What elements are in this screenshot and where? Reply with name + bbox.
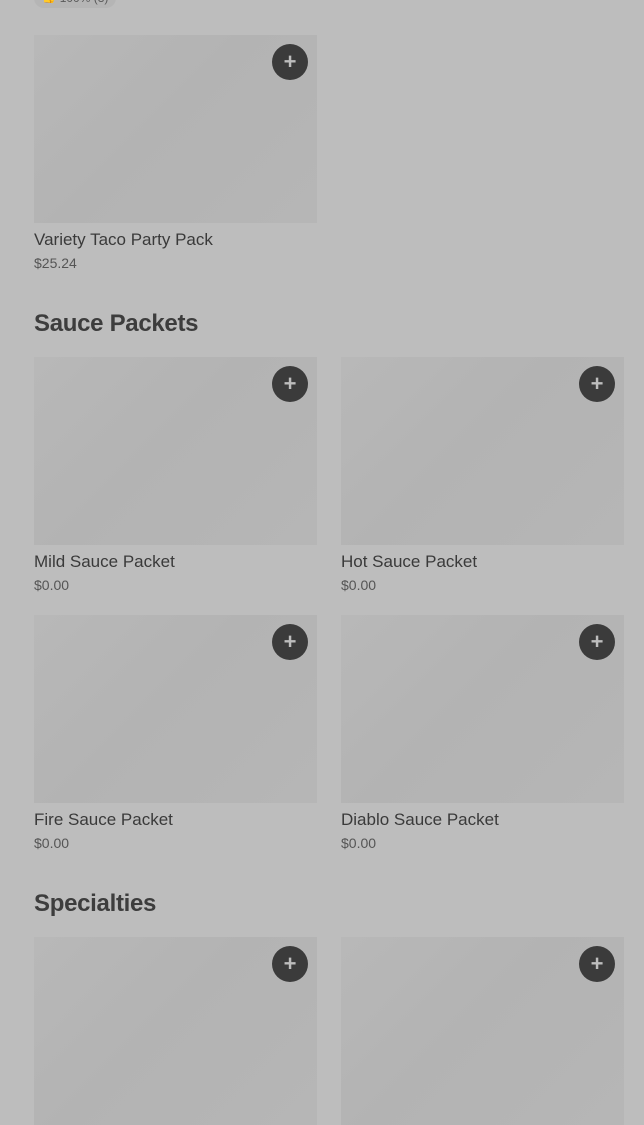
add-item-button[interactable]: +	[579, 946, 615, 982]
menu-item-card[interactable]: +	[34, 937, 317, 1125]
section-title-sauce-packets: Sauce Packets	[34, 310, 199, 337]
add-item-button[interactable]: +	[272, 946, 308, 982]
item-price: $0.00	[34, 835, 70, 851]
item-image[interactable]: +	[341, 615, 624, 803]
item-price: $0.00	[341, 577, 377, 593]
plus-icon: +	[283, 629, 297, 654]
item-name[interactable]: Hot Sauce Packet	[341, 552, 624, 572]
item-image[interactable]: +	[34, 615, 317, 803]
rating-badge: 👍 100% (3)	[34, 0, 117, 8]
add-item-button[interactable]: +	[272, 44, 308, 80]
item-name[interactable]: Variety Taco Party Pack	[34, 230, 317, 250]
add-item-button[interactable]: +	[579, 366, 615, 402]
item-price: $25.24	[34, 255, 77, 271]
menu-item-card[interactable]: + Diablo Sauce Packet $0.00	[341, 615, 624, 851]
thumbs-up-icon: 👍	[42, 0, 56, 8]
item-image[interactable]: +	[341, 937, 624, 1125]
item-image[interactable]: +	[341, 357, 624, 545]
item-name[interactable]: Fire Sauce Packet	[34, 810, 317, 830]
plus-icon: +	[590, 951, 604, 976]
add-item-button[interactable]: +	[272, 366, 308, 402]
plus-icon: +	[590, 629, 604, 654]
add-item-button[interactable]: +	[579, 624, 615, 660]
rating-text: 100% (3)	[60, 0, 109, 8]
section-title-specialties: Specialties	[34, 890, 157, 917]
item-image[interactable]: +	[34, 937, 317, 1125]
item-name[interactable]: Mild Sauce Packet	[34, 552, 317, 572]
item-image[interactable]: +	[34, 35, 317, 223]
menu-item-card[interactable]: + Variety Taco Party Pack $25.24	[34, 35, 317, 271]
add-item-button[interactable]: +	[272, 624, 308, 660]
item-image[interactable]: +	[34, 357, 317, 545]
item-name[interactable]: Diablo Sauce Packet	[341, 810, 624, 830]
menu-item-card[interactable]: +	[341, 937, 624, 1125]
menu-item-card[interactable]: + Fire Sauce Packet $0.00	[34, 615, 317, 851]
menu-item-card[interactable]: + Hot Sauce Packet $0.00	[341, 357, 624, 593]
plus-icon: +	[283, 49, 297, 74]
plus-icon: +	[283, 371, 297, 396]
item-price: $0.00	[341, 835, 377, 851]
plus-icon: +	[283, 951, 297, 976]
plus-icon: +	[590, 371, 604, 396]
menu-item-card[interactable]: + Mild Sauce Packet $0.00	[34, 357, 317, 593]
item-price: $0.00	[34, 577, 70, 593]
